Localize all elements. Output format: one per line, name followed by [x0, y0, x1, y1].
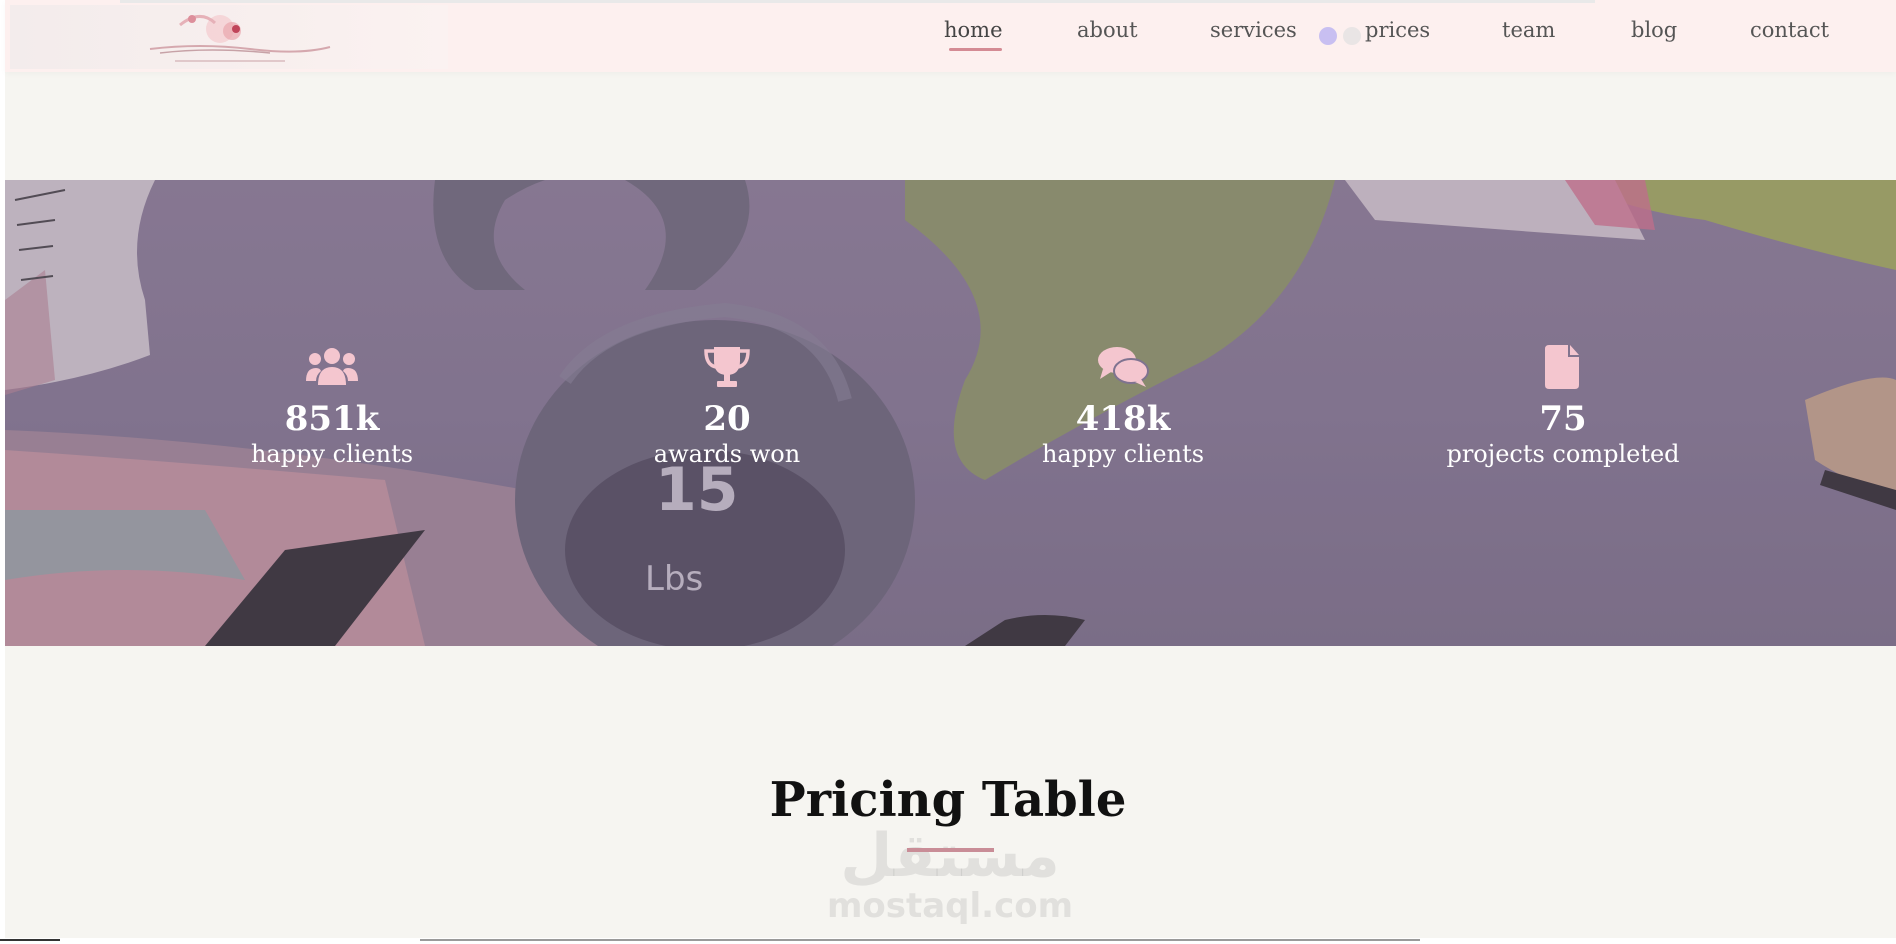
stat-awards-won: 20 awards won	[577, 345, 877, 469]
section-title-underline	[907, 848, 994, 852]
watermark-latin: mostaql.com	[826, 886, 1074, 926]
navbar: home about services prices team blog con…	[5, 0, 1896, 72]
users-icon	[306, 348, 358, 385]
nav-about[interactable]: about	[1077, 18, 1138, 42]
mostaql-watermark: مستقل mostaql.com	[820, 824, 1080, 934]
watermark-arabic: مستقل	[840, 821, 1060, 891]
stat-label: awards won	[653, 440, 801, 468]
stat-label: projects completed	[1446, 440, 1680, 468]
stat-value: 20	[703, 399, 751, 439]
stat-value: 418k	[1075, 399, 1171, 439]
floating-dot-grey	[1343, 27, 1361, 45]
nav-home[interactable]: home	[944, 18, 1003, 42]
floating-dot-purple	[1319, 27, 1337, 45]
stat-label: happy clients	[250, 440, 414, 468]
nav-team[interactable]: team	[1502, 18, 1555, 42]
section-title: Pricing Table	[769, 772, 1127, 828]
file-icon	[1545, 345, 1579, 389]
stat-value: 75	[1539, 399, 1587, 439]
frame-edge	[420, 939, 1420, 941]
stat-happy-clients: 851k happy clients	[182, 345, 482, 469]
nav-contact[interactable]: contact	[1750, 18, 1829, 42]
stat-label: happy clients	[1041, 440, 1205, 468]
trophy-icon	[704, 347, 750, 387]
stat-projects-completed: 75 projects completed	[1413, 345, 1713, 469]
stat-value: 851k	[284, 399, 380, 439]
navbar-top-edge	[120, 0, 1595, 3]
brand-logo[interactable]	[10, 5, 448, 69]
stat-happy-clients-2: 418k happy clients	[973, 345, 1273, 469]
comments-icon	[1098, 347, 1149, 387]
stats-banner: 15 Lbs 851k happy clients 20 awards won	[5, 180, 1896, 646]
nav-services[interactable]: services	[1210, 18, 1297, 42]
frame-edge	[0, 939, 60, 941]
window-frame-bottom	[0, 938, 1896, 944]
nav-active-underline	[949, 48, 1002, 51]
logo-image	[149, 15, 331, 62]
nav-prices[interactable]: prices	[1365, 18, 1430, 42]
nav-blog[interactable]: blog	[1631, 18, 1677, 42]
